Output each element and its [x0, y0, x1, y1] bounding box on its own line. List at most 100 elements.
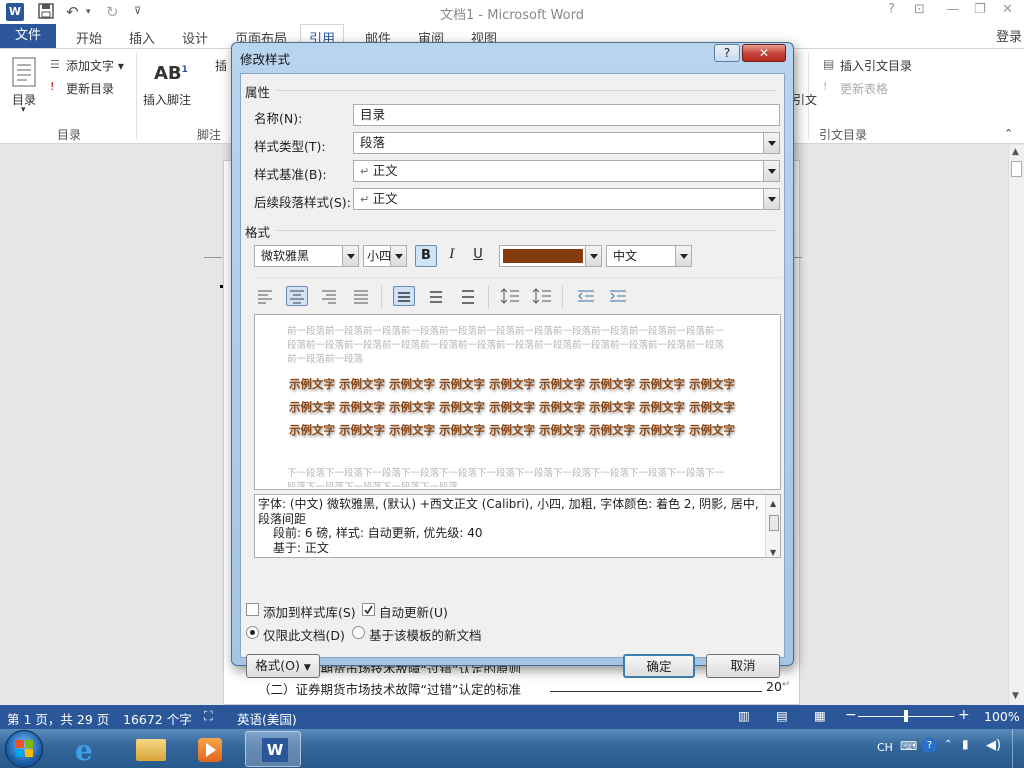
tab-insert[interactable]: 插入	[129, 28, 155, 47]
chevron-down-icon[interactable]	[675, 246, 691, 266]
tab-home[interactable]: 开始	[76, 28, 102, 47]
volume-icon[interactable]: ◀)	[986, 738, 1001, 753]
scroll-up-icon[interactable]: ▲	[1012, 147, 1019, 157]
dialog-close-icon[interactable]: ✕	[742, 44, 786, 62]
start-button[interactable]	[5, 730, 43, 768]
help-icon[interactable]: ?	[888, 2, 895, 17]
collapse-ribbon-icon[interactable]: ⌃	[1004, 127, 1013, 140]
tray-app-icon[interactable]: ▮	[962, 737, 969, 751]
script-select[interactable]: 中文	[606, 245, 692, 267]
format-button-label: 格式(O)	[255, 658, 300, 673]
tab-file[interactable]: 文件	[0, 24, 56, 48]
align-right-icon[interactable]	[318, 286, 340, 306]
word-count[interactable]: 16672 个字	[123, 709, 192, 728]
single-spacing-icon[interactable]	[393, 286, 415, 306]
word-taskbar-icon[interactable]: W	[245, 731, 301, 767]
input-language[interactable]: CH	[877, 741, 893, 754]
minimize-icon[interactable]: —	[946, 2, 959, 17]
toc-entry[interactable]: （二）证券期货市场技术故障“过错”认定的标准 20 ↵	[258, 679, 794, 698]
header-line	[204, 257, 222, 258]
format-button[interactable]: 格式(O) ▼	[246, 654, 320, 678]
page-count[interactable]: 第 1 页，共 29 页	[7, 709, 109, 728]
new-documents-template-radio[interactable]	[352, 626, 365, 639]
description-scrollbar[interactable]: ▲ ▼	[765, 495, 780, 557]
increase-para-spacing-icon[interactable]	[499, 286, 521, 306]
restore-icon[interactable]: ❐	[974, 2, 986, 17]
font-color-select[interactable]	[499, 245, 602, 267]
scroll-thumb[interactable]	[1011, 161, 1022, 177]
font-name-select[interactable]: 微软雅黑	[254, 245, 359, 267]
style-type-select[interactable]: 段落	[353, 132, 780, 154]
underline-button[interactable]: U	[467, 245, 489, 267]
increase-indent-icon[interactable]	[607, 286, 629, 306]
chevron-down-icon[interactable]	[763, 133, 779, 153]
print-layout-icon[interactable]: ▤	[776, 708, 788, 723]
zoom-slider-thumb[interactable]	[904, 710, 908, 722]
new-documents-template-label[interactable]: 基于该模板的新文档	[369, 625, 482, 644]
insert-endnote-partial[interactable]: 插	[215, 57, 227, 74]
update-table-button[interactable]: 更新表格	[840, 80, 888, 97]
tab-design[interactable]: 设计	[182, 28, 208, 47]
chevron-down-icon[interactable]	[390, 246, 406, 266]
toc-dropdown-icon[interactable]: ▾	[21, 105, 26, 115]
auto-update-label[interactable]: 自动更新(U)	[379, 602, 448, 621]
one-half-spacing-icon[interactable]	[425, 286, 447, 306]
ribbon-display-icon[interactable]: ⊡	[914, 2, 925, 17]
file-explorer-icon[interactable]	[122, 731, 178, 767]
only-this-document-radio[interactable]	[246, 626, 259, 639]
language-status[interactable]: 英语(美国)	[237, 709, 297, 728]
title-bar: W ↶ ▾ ↻ ⊽ 文档1 - Microsoft Word ? ⊡ — ❐ ✕	[0, 0, 1024, 24]
show-desktop-button[interactable]	[1012, 729, 1024, 768]
scroll-down-icon[interactable]: ▼	[1012, 691, 1019, 701]
italic-button[interactable]: I	[441, 245, 463, 267]
login-link[interactable]: 登录	[996, 26, 1022, 45]
justify-icon[interactable]	[350, 286, 372, 306]
chevron-down-icon[interactable]	[585, 246, 601, 266]
web-layout-icon[interactable]: ▦	[814, 708, 826, 723]
name-input[interactable]: 目录	[353, 104, 780, 126]
ok-button[interactable]: 确定	[623, 654, 695, 678]
decrease-indent-icon[interactable]	[575, 286, 597, 306]
zoom-out-icon[interactable]: −	[845, 707, 857, 723]
vertical-scrollbar[interactable]: ▲ ▼	[1008, 145, 1024, 705]
read-mode-icon[interactable]: ▥	[738, 708, 750, 723]
next-style-select[interactable]: ↵ 正文	[353, 188, 780, 210]
add-to-gallery-checkbox[interactable]	[246, 603, 259, 616]
insert-footnote-icon[interactable]: AB1	[154, 63, 188, 84]
media-player-icon[interactable]	[182, 731, 238, 767]
close-icon[interactable]: ✕	[1002, 2, 1013, 17]
update-toc-button[interactable]: 更新目录	[66, 80, 114, 97]
scroll-down-icon[interactable]: ▼	[770, 545, 776, 557]
chevron-down-icon[interactable]	[763, 161, 779, 181]
cancel-button[interactable]: 取消	[706, 654, 780, 678]
zoom-level[interactable]: 100%	[984, 709, 1020, 724]
style-description[interactable]: 字体: (中文) 微软雅黑, (默认) +西文正文 (Calibri), 小四,…	[254, 494, 781, 558]
style-based-select[interactable]: ↵ 正文	[353, 160, 780, 182]
decrease-para-spacing-icon[interactable]	[531, 286, 553, 306]
double-spacing-icon[interactable]	[457, 286, 479, 306]
chevron-down-icon[interactable]	[763, 189, 779, 209]
proofing-icon[interactable]: ⛶	[204, 708, 213, 724]
scroll-up-icon[interactable]: ▲	[770, 496, 776, 511]
auto-update-checkbox[interactable]	[362, 603, 375, 616]
insert-footnote-button[interactable]: 插入脚注	[143, 91, 191, 108]
add-text-button[interactable]: 添加文字 ▾	[66, 57, 124, 74]
insert-toa-button[interactable]: 插入引文目录	[840, 57, 912, 74]
toc-icon[interactable]	[12, 57, 36, 90]
chevron-down-icon[interactable]	[342, 246, 358, 266]
bold-button[interactable]: B	[415, 245, 437, 267]
align-center-icon[interactable]	[286, 286, 308, 306]
keyboard-icon[interactable]: ⌨	[900, 739, 917, 753]
align-left-icon[interactable]	[254, 286, 276, 306]
zoom-in-icon[interactable]: +	[958, 707, 970, 723]
add-to-gallery-label[interactable]: 添加到样式库(S)	[263, 602, 356, 621]
only-this-document-label[interactable]: 仅限此文档(D)	[263, 625, 345, 644]
font-size-select[interactable]: 小四	[363, 245, 407, 267]
zoom-slider[interactable]	[858, 710, 954, 722]
dialog-help-icon[interactable]: ?	[714, 44, 740, 62]
scroll-thumb[interactable]	[769, 515, 779, 531]
ie-icon[interactable]: e	[62, 731, 118, 767]
help-tray-icon[interactable]: ?	[922, 738, 937, 753]
citation-button-partial[interactable]: 引文	[793, 91, 817, 108]
tray-expand-icon[interactable]: ⌃	[944, 739, 952, 750]
